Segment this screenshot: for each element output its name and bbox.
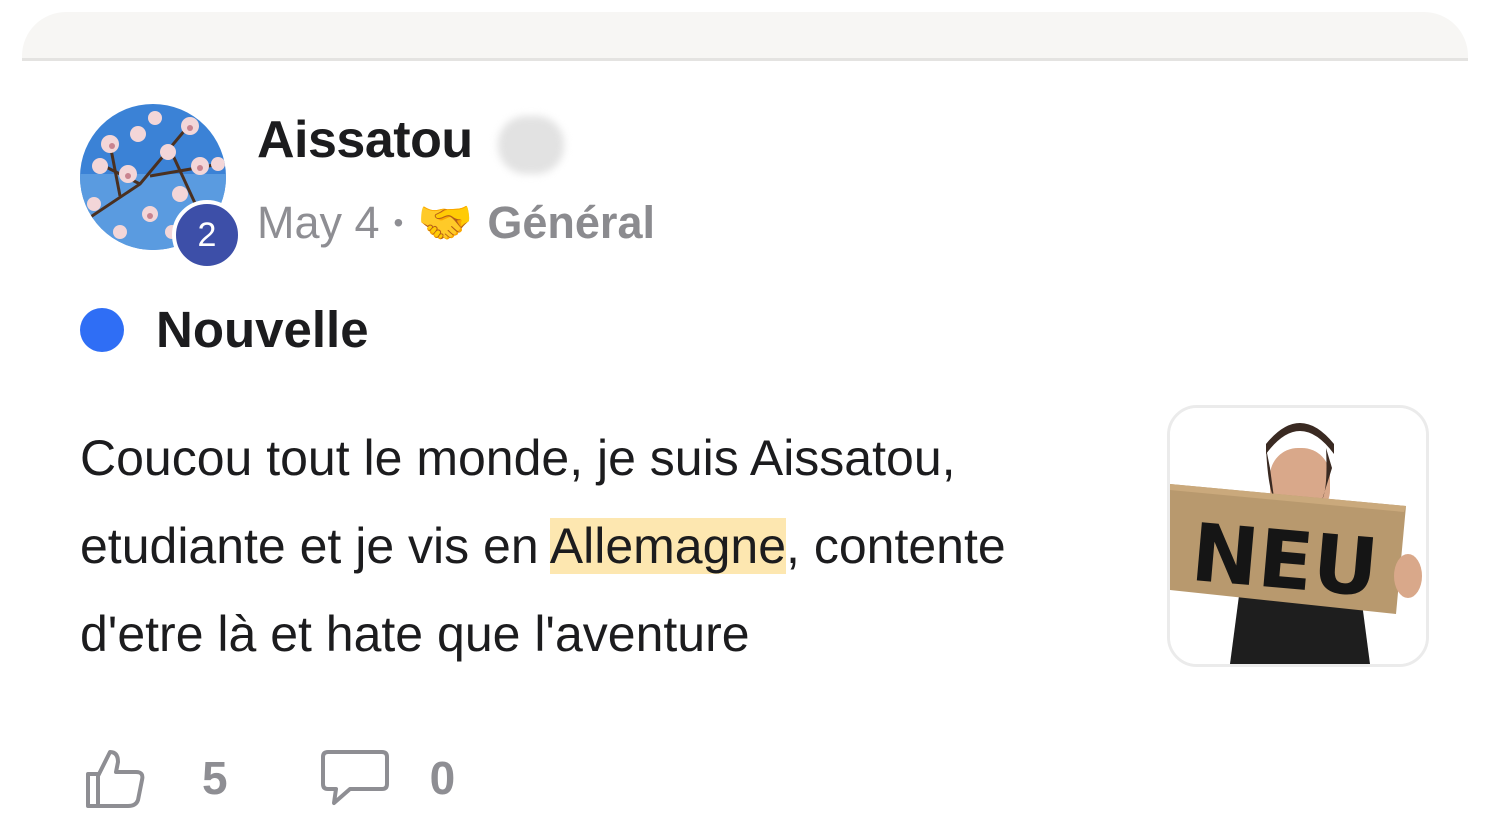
post-body[interactable]: Coucou tout le monde, je suis Aissatou, … (80, 414, 1140, 678)
header-strip (22, 12, 1468, 61)
post-actions: 5 0 (82, 746, 455, 810)
neu-sign-image: NEU (1170, 408, 1426, 664)
attachment-caption: NEU (1188, 506, 1382, 615)
like-count: 5 (202, 752, 228, 804)
meta-separator: • (393, 206, 404, 238)
author-name[interactable]: Aissatou (257, 110, 473, 170)
attachment-thumbnail[interactable]: NEU (1167, 405, 1429, 667)
comment-count: 0 (429, 752, 456, 804)
post-meta: May 4 • 🤝 Général (257, 196, 655, 249)
unread-dot-icon (80, 307, 124, 352)
comment-button[interactable]: 0 (320, 748, 456, 808)
post-tag: Nouvelle (80, 300, 369, 359)
thumbs-up-icon (86, 750, 145, 808)
highlighted-word: Allemagne (549, 518, 787, 574)
redacted-surname (498, 116, 564, 174)
like-button[interactable]: 5 (82, 746, 228, 810)
category-link[interactable]: Général (487, 197, 655, 249)
post-title[interactable]: Nouvelle (156, 300, 369, 359)
speech-bubble-icon (320, 750, 389, 805)
handshake-icon: 🤝 (417, 197, 474, 248)
level-badge: 2 (172, 200, 242, 270)
post-date: May 4 (257, 196, 380, 248)
